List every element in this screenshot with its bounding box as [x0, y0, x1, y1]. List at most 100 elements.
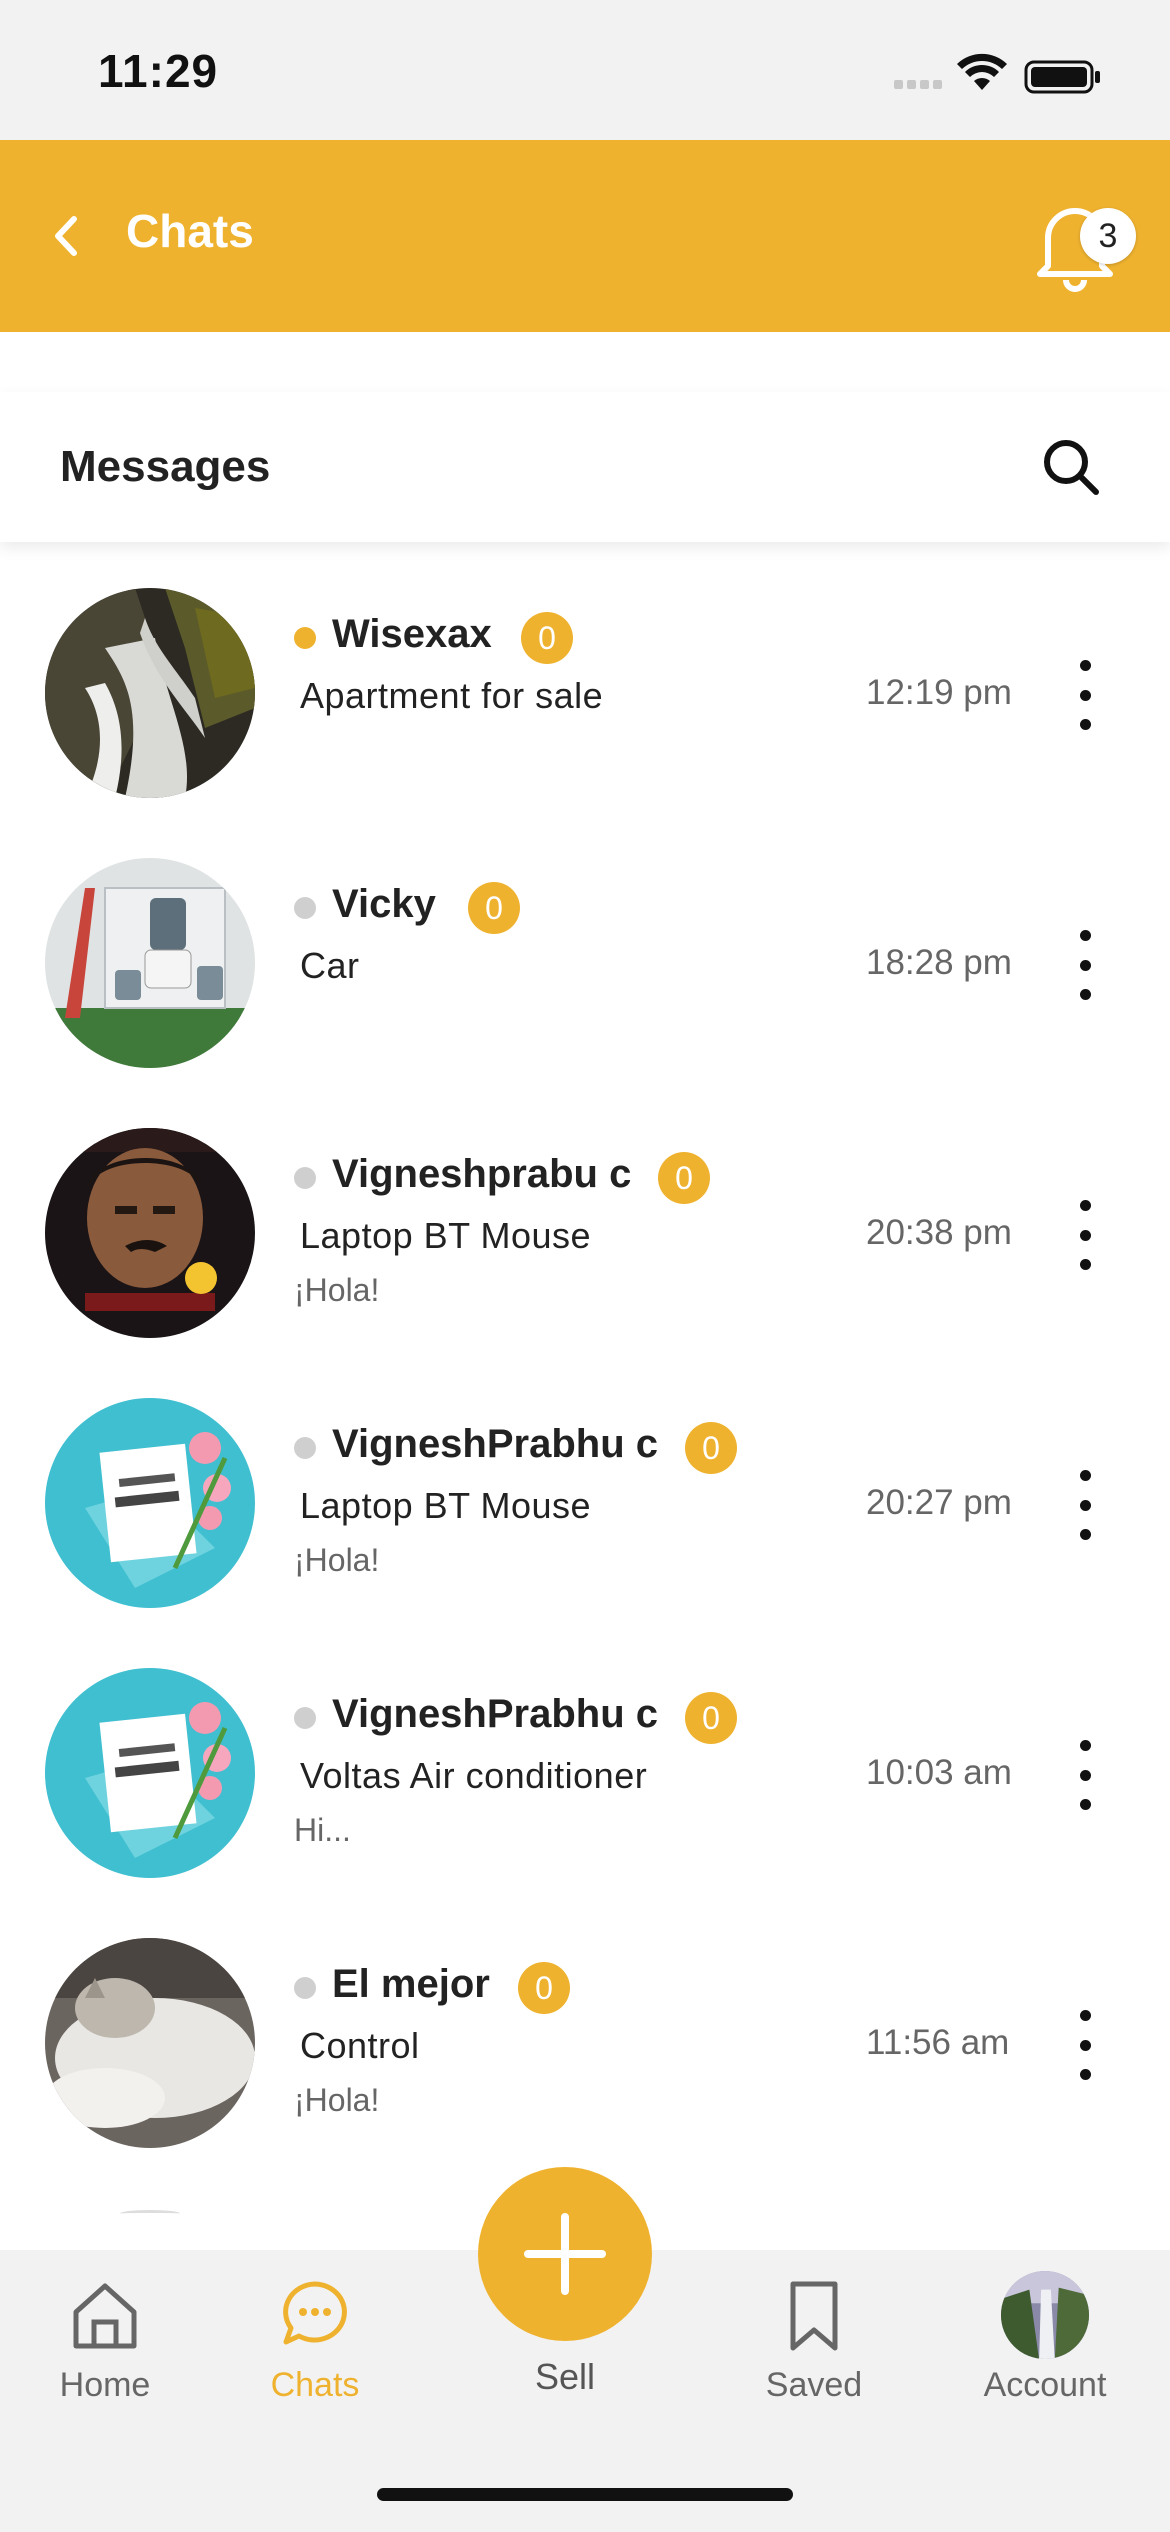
cellular-signal-icon — [894, 80, 942, 89]
chat-item-title: Voltas Air conditioner — [300, 1755, 648, 1796]
chat-name: VigneshPrabhu c — [332, 1422, 659, 1466]
unread-badge: 0 — [468, 882, 520, 934]
chat-name: Vigneshprabu c — [332, 1152, 632, 1196]
mixer-grinder-image — [45, 858, 255, 1068]
nav-saved[interactable]: Saved — [724, 2270, 904, 2430]
messages-title: Messages — [60, 442, 271, 491]
chat-item[interactable]: El mejor 0 Control ¡Hola! 11:56 am — [0, 1910, 1170, 2180]
home-indicator — [377, 2488, 793, 2501]
messages-bar: Messages — [0, 392, 1170, 542]
dot-icon — [1079, 689, 1091, 701]
chat-item[interactable]: Vigneshprabu c 0 Laptop BT Mouse ¡Hola! … — [0, 1100, 1170, 1370]
more-options-button[interactable] — [1060, 1740, 1110, 1810]
dot-icon — [1079, 930, 1091, 941]
chat-item[interactable]: VigneshPrabhu c 0 Voltas Air conditioner… — [0, 1640, 1170, 1910]
unread-badge: 0 — [685, 1422, 737, 1474]
nav-account[interactable]: Account — [955, 2270, 1135, 2430]
avatar — [45, 1668, 255, 1878]
dot-icon — [1079, 1229, 1091, 1241]
status-time: 11:29 — [98, 45, 219, 97]
nav-home[interactable]: Home — [15, 2270, 195, 2430]
battery-icon — [1024, 60, 1100, 94]
back-button[interactable] — [30, 200, 102, 272]
mothers-day-card-image — [45, 1668, 255, 1878]
online-indicator — [294, 627, 316, 649]
unread-badge: 0 — [685, 1692, 737, 1744]
chat-item[interactable]: VigneshPrabhu c 0 Laptop BT Mouse ¡Hola!… — [0, 1370, 1170, 1640]
dot-icon — [1079, 989, 1091, 1000]
avatar — [45, 1128, 255, 1338]
dot-icon — [1079, 1200, 1091, 1211]
dot-icon — [1079, 1470, 1091, 1481]
bookmark-icon — [769, 2270, 859, 2360]
notification-badge: 3 — [1080, 208, 1136, 264]
avatar — [45, 1398, 255, 1608]
chat-item[interactable]: Vicky 0 Car 18:28 pm — [0, 830, 1170, 1100]
avatar — [45, 588, 255, 798]
dot-icon — [1079, 2010, 1091, 2021]
nav-home-label: Home — [59, 2366, 151, 2404]
search-button[interactable] — [1040, 436, 1102, 498]
chat-list: Wisexax 0 Apartment for sale 12:19 pm Vi… — [0, 560, 1170, 2210]
avatar — [45, 1938, 255, 2148]
offline-indicator — [294, 1707, 316, 1729]
avatar — [45, 858, 255, 1068]
dot-icon — [1079, 1259, 1091, 1270]
nav-sell-label: Sell — [534, 2356, 596, 2397]
cat-image — [45, 1938, 255, 2148]
notifications-button[interactable]: 3 — [1020, 180, 1136, 300]
more-options-button[interactable] — [1060, 1470, 1110, 1540]
dot-icon — [1079, 660, 1091, 671]
wifi-icon — [957, 53, 1007, 90]
nav-chats-label: Chats — [270, 2366, 360, 2404]
chat-item-title: Laptop BT Mouse — [300, 1215, 592, 1256]
more-options-button[interactable] — [1060, 660, 1110, 730]
meme-face-image — [45, 1128, 255, 1338]
chat-name: Vicky — [332, 882, 436, 926]
dot-icon — [1079, 719, 1091, 730]
unread-badge: 0 — [521, 612, 573, 664]
chat-name: El mejor — [332, 1962, 490, 2006]
chat-name: Wisexax — [332, 612, 492, 656]
nav-chats[interactable]: Chats — [225, 2270, 405, 2430]
offline-indicator — [294, 1167, 316, 1189]
dot-icon — [1079, 959, 1091, 971]
unread-badge: 0 — [658, 1152, 710, 1204]
chat-item-title: Laptop BT Mouse — [300, 1485, 592, 1526]
chat-item[interactable]: Wisexax 0 Apartment for sale 12:19 pm — [0, 560, 1170, 830]
plus-icon — [524, 2213, 606, 2295]
dot-icon — [1079, 1529, 1091, 1540]
partial-avatar — [120, 2210, 180, 2217]
offline-indicator — [294, 1437, 316, 1459]
nav-account-label: Account — [983, 2366, 1107, 2404]
unread-badge: 0 — [518, 1962, 570, 2014]
chat-preview: Hi... — [294, 1812, 351, 1848]
chat-time: 18:28 pm — [866, 943, 1012, 982]
dot-icon — [1079, 1799, 1091, 1810]
chat-time: 11:56 am — [866, 2023, 1010, 2062]
offline-indicator — [294, 1977, 316, 1999]
dot-icon — [1079, 2039, 1091, 2051]
dot-icon — [1079, 1499, 1091, 1511]
nav-saved-label: Saved — [765, 2366, 863, 2404]
chat-preview: ¡Hola! — [294, 1272, 380, 1308]
more-options-button[interactable] — [1060, 2010, 1110, 2080]
page-title: Chats — [126, 205, 254, 257]
chat-item-title: Car — [300, 945, 360, 986]
status-icons — [894, 50, 1114, 100]
chat-time: 12:19 pm — [866, 673, 1012, 712]
sell-button[interactable] — [478, 2167, 652, 2341]
chat-time: 10:03 am — [866, 1753, 1012, 1792]
chat-bubble-icon — [270, 2270, 360, 2360]
account-avatar — [1000, 2270, 1090, 2360]
dot-icon — [1079, 2069, 1091, 2080]
more-options-button[interactable] — [1060, 1200, 1110, 1270]
more-options-button[interactable] — [1060, 930, 1110, 1000]
dot-icon — [1079, 1769, 1091, 1781]
mothers-day-card-image — [45, 1398, 255, 1608]
dot-icon — [1079, 1740, 1091, 1751]
chat-preview: ¡Hola! — [294, 1542, 380, 1578]
chat-time: 20:38 pm — [866, 1213, 1012, 1252]
offline-indicator — [294, 897, 316, 919]
waterfall-image — [45, 588, 255, 798]
